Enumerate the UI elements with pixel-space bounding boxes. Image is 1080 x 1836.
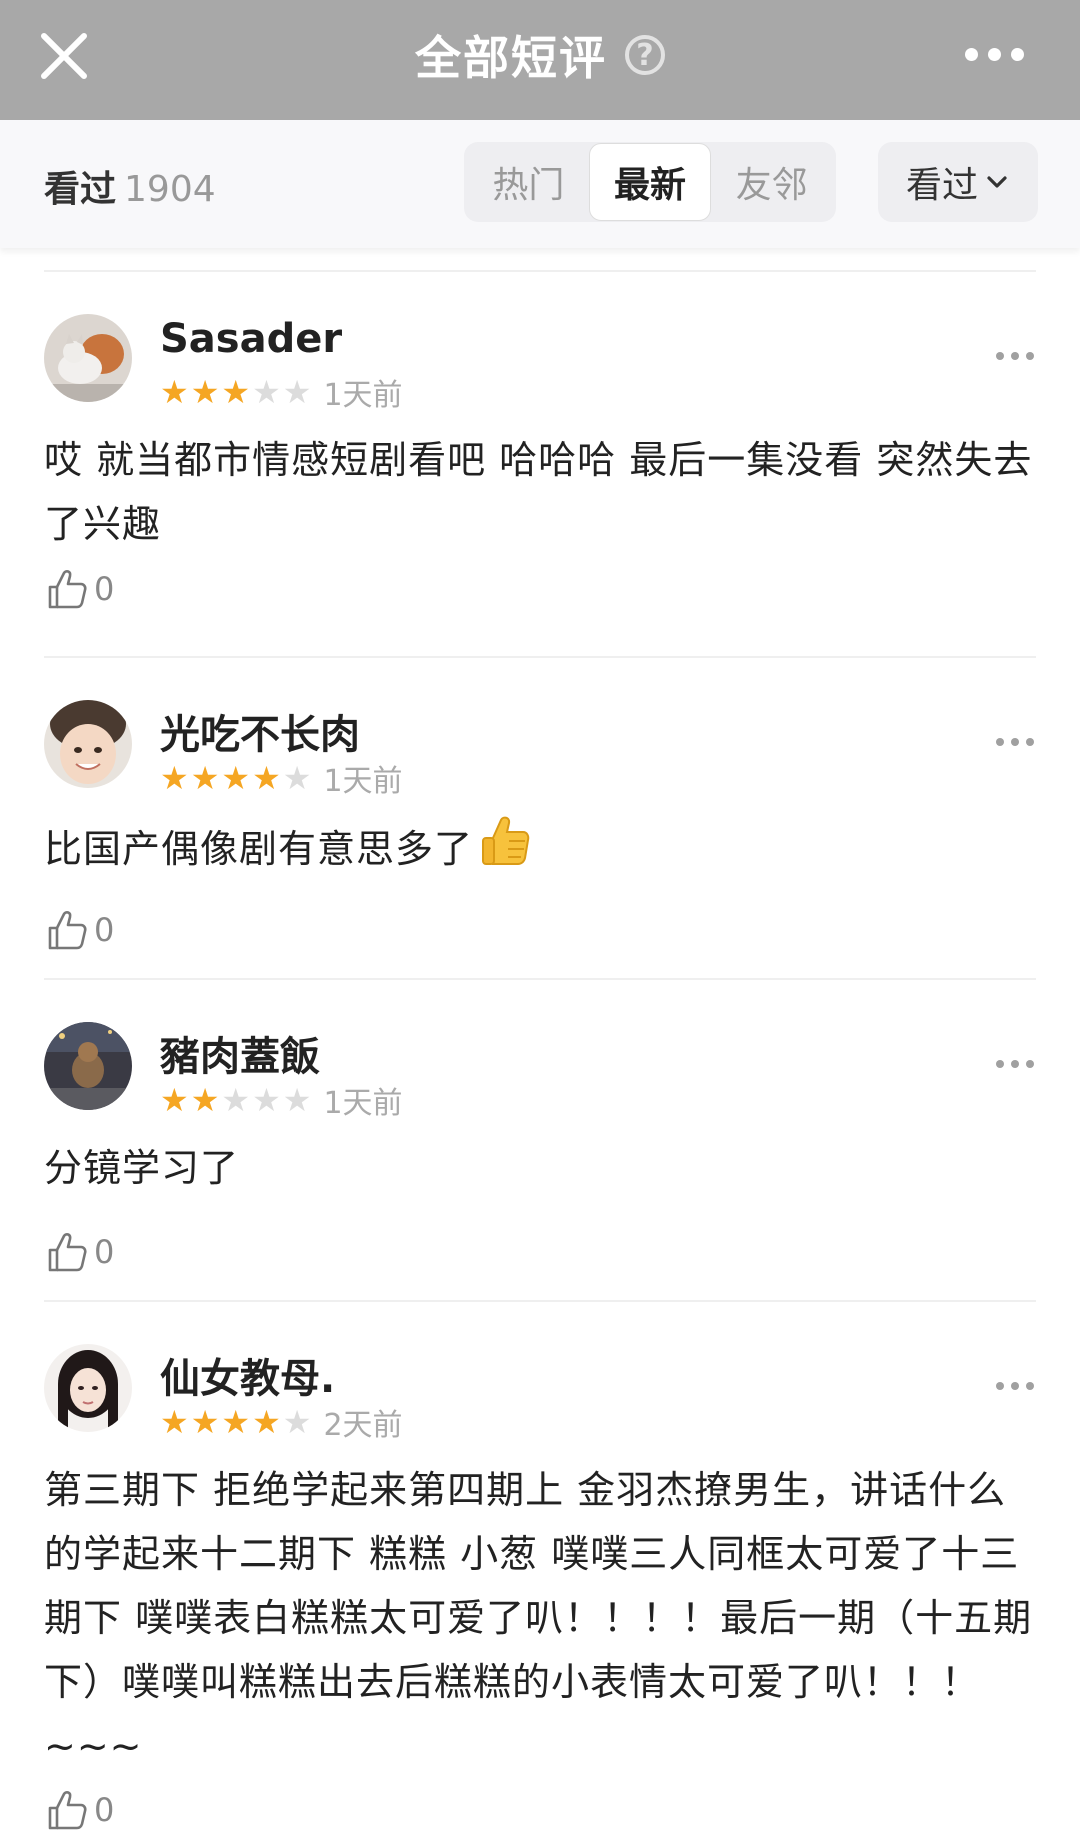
star-filled-icon: ★	[190, 1403, 220, 1441]
review-meta: ★ ★ ★ ★ ★ 1天前	[160, 1078, 403, 1122]
seen-count-value: 1904	[124, 169, 216, 210]
like-count: 0	[94, 1791, 115, 1829]
rating-stars: ★ ★ ★ ★ ★	[160, 762, 311, 794]
star-empty-icon: ★	[282, 1403, 312, 1441]
star-empty-icon: ★	[282, 759, 312, 797]
star-empty-icon: ★	[252, 1081, 281, 1119]
star-filled-icon: ★	[160, 373, 189, 411]
review-item: 豬肉蓋飯 ★ ★ ★ ★ ★ 1天前 分镜学习了 0	[44, 978, 1036, 1302]
avatar[interactable]	[44, 700, 132, 788]
star-filled-icon: ★	[160, 759, 189, 797]
review-username[interactable]: 仙女教母.	[160, 1346, 335, 1404]
seen-count-label: 看过	[44, 169, 117, 210]
avatar[interactable]	[44, 1344, 132, 1432]
more-horizontal-icon	[965, 48, 978, 61]
review-content: 分镜学习了	[44, 1146, 240, 1190]
review-more-button[interactable]	[996, 738, 1034, 746]
star-filled-icon: ★	[221, 759, 251, 797]
rating-stars: ★ ★ ★ ★ ★	[160, 376, 311, 408]
more-horizontal-icon	[996, 1060, 1004, 1068]
page-title: 全部短评	[415, 31, 607, 85]
star-empty-icon: ★	[282, 373, 312, 411]
tab-hot[interactable]: 热门	[468, 144, 589, 220]
avatar[interactable]	[44, 1022, 132, 1110]
like-button[interactable]: 0	[46, 908, 114, 952]
sort-tabs: 热门 最新 友邻	[464, 142, 836, 222]
more-horizontal-icon	[996, 1382, 1004, 1390]
review-meta: ★ ★ ★ ★ ★ 1天前	[160, 756, 403, 800]
more-horizontal-icon	[996, 352, 1004, 360]
seen-count: 看过 1904	[44, 160, 216, 212]
status-select-label: 看过	[905, 165, 978, 206]
review-more-button[interactable]	[996, 1060, 1034, 1068]
review-content: 比国产偶像剧有意思多了	[44, 814, 1036, 881]
thumbs-up-icon	[48, 1233, 87, 1272]
review-meta: ★ ★ ★ ★ ★ 2天前	[160, 1400, 403, 1444]
question-circle-icon[interactable]: ?	[625, 35, 665, 75]
like-count: 0	[94, 570, 115, 608]
like-button[interactable]: 0	[46, 567, 114, 611]
review-more-button[interactable]	[996, 352, 1034, 360]
rating-stars: ★ ★ ★ ★ ★	[160, 1084, 311, 1116]
review-item: 光吃不长肉 ★ ★ ★ ★ ★ 1天前 比国产偶像剧有意思多了 0	[44, 656, 1036, 980]
review-item: 仙女教母. ★ ★ ★ ★ ★ 2天前 第三期下 拒绝学起来第四期上 金羽杰撩男生，讲话…	[44, 1300, 1036, 1836]
review-username[interactable]: 光吃不长肉	[160, 702, 360, 760]
filter-bar: 看过 1904 热门 最新 友邻 看过	[0, 120, 1080, 248]
star-filled-icon: ★	[252, 759, 281, 797]
like-button[interactable]: 0	[46, 1788, 114, 1832]
star-filled-icon: ★	[190, 1081, 220, 1119]
star-filled-icon: ★	[252, 1403, 281, 1441]
more-horizontal-icon	[996, 738, 1004, 746]
review-username[interactable]: Sasader	[160, 316, 342, 362]
star-filled-icon: ★	[221, 1403, 251, 1441]
star-filled-icon: ★	[221, 373, 251, 411]
thumbs-up-icon	[48, 1791, 87, 1830]
review-meta: ★ ★ ★ ★ ★ 1天前	[160, 370, 403, 414]
review-content-text: 比国产偶像剧有意思多了	[44, 827, 474, 871]
tab-friends[interactable]: 友邻	[711, 144, 832, 220]
thumbs-up-icon	[48, 570, 87, 609]
like-button[interactable]: 0	[46, 1230, 114, 1274]
star-filled-icon: ★	[190, 759, 220, 797]
review-username[interactable]: 豬肉蓋飯	[160, 1024, 320, 1082]
star-filled-icon: ★	[160, 1081, 189, 1119]
review-content: 第三期下 拒绝学起来第四期上 金羽杰撩男生，讲话什么的学起来十二期下 糕糕 小葱…	[44, 1468, 1033, 1768]
avatar[interactable]	[44, 314, 132, 402]
review-time: 1天前	[323, 764, 403, 799]
thumbs-up-icon	[48, 911, 87, 950]
review-time: 1天前	[323, 1086, 403, 1121]
review-item: Sasader ★ ★ ★ ★ ★ 1天前 哎 就当都市情感短剧看吧 哈哈哈 最后一集没…	[44, 270, 1036, 640]
review-time: 1天前	[323, 378, 403, 413]
star-filled-icon: ★	[190, 373, 220, 411]
like-count: 0	[94, 1233, 115, 1271]
review-content: 哎 就当都市情感短剧看吧 哈哈哈 最后一集没看 突然失去了兴趣	[44, 438, 1033, 546]
star-empty-icon: ★	[252, 373, 281, 411]
review-more-button[interactable]	[996, 1382, 1034, 1390]
thumbs-up-emoji-icon	[482, 816, 530, 865]
more-options-button[interactable]	[965, 48, 1024, 61]
tab-latest[interactable]: 最新	[588, 143, 712, 221]
chevron-down-icon	[987, 176, 1007, 188]
like-count: 0	[94, 911, 115, 949]
rating-stars: ★ ★ ★ ★ ★	[160, 1406, 311, 1438]
title-bar: 全部短评 ?	[0, 0, 1080, 120]
star-empty-icon: ★	[221, 1081, 251, 1119]
star-filled-icon: ★	[160, 1403, 189, 1441]
review-time: 2天前	[323, 1408, 403, 1443]
star-empty-icon: ★	[282, 1081, 312, 1119]
status-select[interactable]: 看过	[878, 142, 1038, 222]
